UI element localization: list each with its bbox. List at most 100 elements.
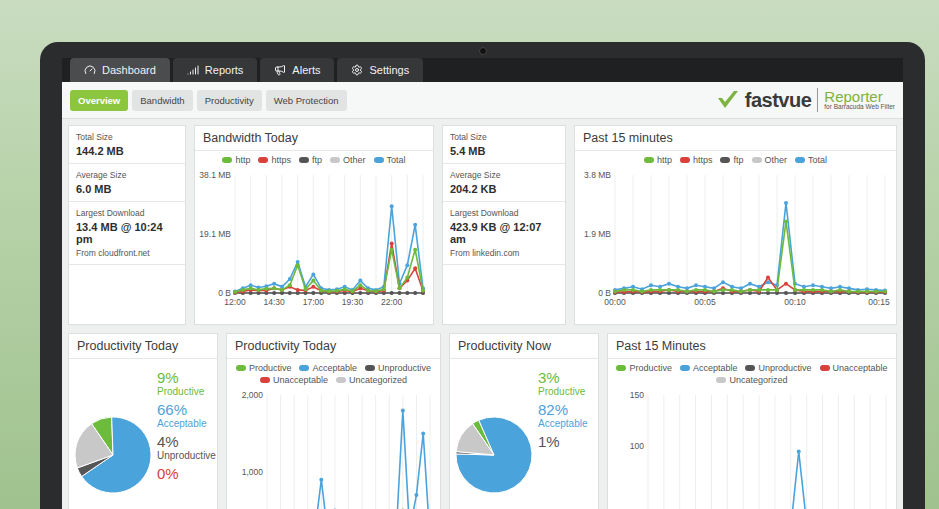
legend-item[interactable]: https bbox=[680, 155, 713, 165]
chart-point[interactable] bbox=[739, 289, 743, 293]
chart-point[interactable] bbox=[280, 288, 284, 292]
chart-point[interactable] bbox=[366, 289, 370, 293]
chart-point[interactable] bbox=[390, 241, 394, 245]
chart-point[interactable] bbox=[358, 279, 362, 283]
chart-point[interactable] bbox=[272, 286, 276, 290]
sub-tab[interactable]: Productivity bbox=[197, 90, 262, 111]
chart-point[interactable] bbox=[793, 288, 797, 292]
chart-point[interactable] bbox=[272, 286, 276, 290]
chart-point[interactable] bbox=[829, 289, 833, 293]
legend-item[interactable]: https bbox=[258, 155, 291, 165]
chart-point[interactable] bbox=[712, 289, 716, 293]
chart-point[interactable] bbox=[622, 288, 626, 292]
chart-point[interactable] bbox=[649, 288, 653, 292]
chart-point[interactable] bbox=[784, 282, 788, 286]
chart-point[interactable] bbox=[766, 288, 770, 292]
nav-tab[interactable]: Alerts bbox=[260, 58, 334, 82]
chart-point[interactable] bbox=[319, 289, 323, 293]
chart-point[interactable] bbox=[640, 289, 644, 293]
chart-point[interactable] bbox=[802, 288, 806, 292]
chart-point[interactable] bbox=[793, 288, 797, 292]
legend-item[interactable]: Unproductive bbox=[365, 363, 431, 373]
sub-tab[interactable]: Overview bbox=[70, 90, 128, 111]
chart-point[interactable] bbox=[865, 289, 869, 293]
legend-item[interactable]: Other bbox=[330, 155, 366, 165]
chart-point[interactable] bbox=[311, 285, 315, 289]
chart-point[interactable] bbox=[311, 291, 315, 295]
chart-point[interactable] bbox=[280, 288, 284, 292]
chart-point[interactable] bbox=[694, 283, 698, 287]
chart-point[interactable] bbox=[865, 290, 869, 294]
chart-point[interactable] bbox=[288, 291, 292, 295]
nav-tab[interactable]: Settings bbox=[337, 58, 423, 82]
chart-point[interactable] bbox=[351, 290, 355, 294]
chart-point[interactable] bbox=[775, 288, 779, 292]
chart-point[interactable] bbox=[766, 275, 770, 279]
legend-item[interactable]: Productive bbox=[236, 363, 292, 373]
chart-point[interactable] bbox=[649, 283, 653, 287]
chart-point[interactable] bbox=[296, 263, 300, 267]
chart-point[interactable] bbox=[883, 289, 887, 293]
legend-item[interactable]: Unproductive bbox=[745, 363, 811, 373]
pie-slice[interactable] bbox=[456, 417, 532, 493]
chart-point[interactable] bbox=[694, 288, 698, 292]
chart-point[interactable] bbox=[319, 478, 323, 482]
chart-point[interactable] bbox=[358, 291, 362, 295]
chart-point[interactable] bbox=[748, 282, 752, 286]
chart-point[interactable] bbox=[640, 290, 644, 294]
chart-point[interactable] bbox=[667, 282, 671, 286]
chart-point[interactable] bbox=[721, 288, 725, 292]
chart-point[interactable] bbox=[405, 291, 409, 295]
chart-point[interactable] bbox=[838, 288, 842, 292]
legend-item[interactable]: Total bbox=[374, 155, 406, 165]
chart-point[interactable] bbox=[414, 493, 418, 497]
chart-point[interactable] bbox=[631, 288, 635, 292]
chart-point[interactable] bbox=[613, 289, 617, 293]
chart-point[interactable] bbox=[730, 288, 734, 292]
chart-point[interactable] bbox=[374, 290, 378, 294]
chart-point[interactable] bbox=[676, 288, 680, 292]
chart-point[interactable] bbox=[667, 288, 671, 292]
chart-point[interactable] bbox=[311, 272, 315, 276]
chart-point[interactable] bbox=[413, 291, 417, 295]
pie-slice[interactable] bbox=[75, 424, 113, 468]
chart-point[interactable] bbox=[421, 289, 425, 293]
chart-point[interactable] bbox=[405, 291, 409, 295]
chart-point[interactable] bbox=[304, 287, 308, 291]
chart-point[interactable] bbox=[874, 290, 878, 294]
chart-point[interactable] bbox=[421, 432, 425, 436]
legend-item[interactable]: Uncategorized bbox=[336, 375, 407, 385]
chart-point[interactable] bbox=[390, 248, 394, 252]
chart-point[interactable] bbox=[311, 279, 315, 283]
chart-point[interactable] bbox=[257, 288, 261, 292]
chart-point[interactable] bbox=[390, 291, 394, 295]
chart-point[interactable] bbox=[784, 201, 788, 205]
chart-point[interactable] bbox=[366, 289, 370, 293]
chart-point[interactable] bbox=[847, 289, 851, 293]
chart-point[interactable] bbox=[398, 291, 402, 295]
chart-point[interactable] bbox=[820, 288, 824, 292]
chart-point[interactable] bbox=[390, 291, 394, 295]
chart-point[interactable] bbox=[721, 280, 725, 284]
legend-item[interactable]: Acceptable bbox=[680, 363, 738, 373]
legend-item[interactable]: Unacceptable bbox=[260, 375, 328, 385]
chart-point[interactable] bbox=[811, 283, 815, 287]
chart-point[interactable] bbox=[748, 288, 752, 292]
chart-point[interactable] bbox=[401, 408, 405, 412]
chart-point[interactable] bbox=[874, 289, 878, 293]
chart-point[interactable] bbox=[335, 289, 339, 293]
chart-point[interactable] bbox=[757, 288, 761, 292]
chart-point[interactable] bbox=[613, 290, 617, 294]
chart-point[interactable] bbox=[272, 291, 276, 295]
chart-point[interactable] bbox=[398, 286, 402, 290]
chart-point[interactable] bbox=[784, 220, 788, 224]
chart-point[interactable] bbox=[667, 288, 671, 292]
chart-point[interactable] bbox=[847, 289, 851, 293]
chart-point[interactable] bbox=[739, 289, 743, 293]
chart-point[interactable] bbox=[784, 291, 788, 295]
chart-point[interactable] bbox=[856, 290, 860, 294]
chart-point[interactable] bbox=[272, 291, 276, 295]
legend-item[interactable]: Other bbox=[752, 155, 788, 165]
chart-point[interactable] bbox=[883, 290, 887, 294]
chart-point[interactable] bbox=[249, 286, 253, 290]
